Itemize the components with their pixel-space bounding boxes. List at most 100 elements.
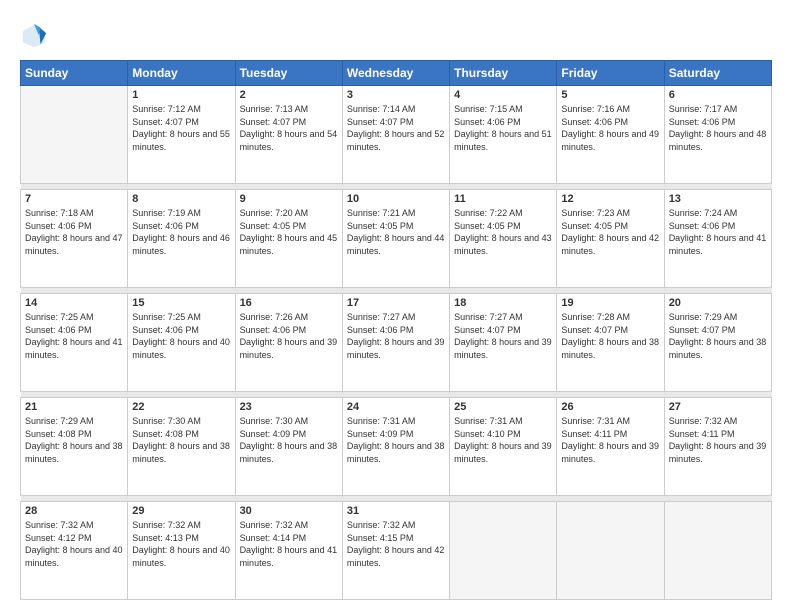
- day-info: Sunrise: 7:32 AMSunset: 4:14 PMDaylight:…: [240, 519, 338, 569]
- day-info: Sunrise: 7:22 AMSunset: 4:05 PMDaylight:…: [454, 207, 552, 257]
- day-number: 4: [454, 89, 552, 101]
- day-number: 2: [240, 89, 338, 101]
- day-number: 14: [25, 297, 123, 309]
- day-cell: [557, 501, 664, 599]
- col-header-thursday: Thursday: [450, 61, 557, 86]
- day-number: 8: [132, 193, 230, 205]
- day-number: 13: [669, 193, 767, 205]
- col-header-friday: Friday: [557, 61, 664, 86]
- day-cell: 8 Sunrise: 7:19 AMSunset: 4:06 PMDaylight…: [128, 189, 235, 287]
- day-cell: 14 Sunrise: 7:25 AMSunset: 4:06 PMDayligh…: [21, 293, 128, 391]
- header: [20, 18, 772, 50]
- week-row-2: 14 Sunrise: 7:25 AMSunset: 4:06 PMDayligh…: [21, 293, 772, 391]
- day-cell: 17Sunrise: 7:27 AMSunset: 4:06 PMDayligh…: [342, 293, 449, 391]
- day-number: 1: [132, 89, 230, 101]
- day-cell: 23 Sunrise: 7:30 AMSunset: 4:09 PMDayligh…: [235, 397, 342, 495]
- day-number: 17: [347, 297, 445, 309]
- day-cell: 9 Sunrise: 7:20 AMSunset: 4:05 PMDaylight…: [235, 189, 342, 287]
- day-cell: 6 Sunrise: 7:17 AMSunset: 4:06 PMDaylight…: [664, 86, 771, 184]
- day-info: Sunrise: 7:29 AMSunset: 4:07 PMDaylight:…: [669, 311, 767, 361]
- day-info: Sunrise: 7:32 AMSunset: 4:15 PMDaylight:…: [347, 519, 445, 569]
- day-cell: 7 Sunrise: 7:18 AMSunset: 4:06 PMDaylight…: [21, 189, 128, 287]
- day-cell: 19 Sunrise: 7:28 AMSunset: 4:07 PMDayligh…: [557, 293, 664, 391]
- day-cell: [21, 86, 128, 184]
- week-row-1: 7 Sunrise: 7:18 AMSunset: 4:06 PMDaylight…: [21, 189, 772, 287]
- day-number: 19: [561, 297, 659, 309]
- day-number: 25: [454, 401, 552, 413]
- day-info: Sunrise: 7:12 AMSunset: 4:07 PMDaylight:…: [132, 103, 230, 153]
- day-cell: 5Sunrise: 7:16 AMSunset: 4:06 PMDaylight…: [557, 86, 664, 184]
- day-cell: [664, 501, 771, 599]
- day-number: 30: [240, 505, 338, 517]
- week-row-4: 28 Sunrise: 7:32 AMSunset: 4:12 PMDayligh…: [21, 501, 772, 599]
- day-number: 9: [240, 193, 338, 205]
- day-cell: 15 Sunrise: 7:25 AMSunset: 4:06 PMDayligh…: [128, 293, 235, 391]
- day-cell: 22Sunrise: 7:30 AMSunset: 4:08 PMDayligh…: [128, 397, 235, 495]
- day-info: Sunrise: 7:30 AMSunset: 4:08 PMDaylight:…: [132, 415, 230, 465]
- day-cell: 16 Sunrise: 7:26 AMSunset: 4:06 PMDayligh…: [235, 293, 342, 391]
- day-info: Sunrise: 7:30 AMSunset: 4:09 PMDaylight:…: [240, 415, 338, 465]
- day-info: Sunrise: 7:32 AMSunset: 4:13 PMDaylight:…: [132, 519, 230, 569]
- logo-icon: [20, 22, 48, 50]
- day-number: 15: [132, 297, 230, 309]
- day-number: 27: [669, 401, 767, 413]
- day-info: Sunrise: 7:32 AMSunset: 4:11 PMDaylight:…: [669, 415, 767, 465]
- day-cell: 30 Sunrise: 7:32 AMSunset: 4:14 PMDayligh…: [235, 501, 342, 599]
- day-info: Sunrise: 7:20 AMSunset: 4:05 PMDaylight:…: [240, 207, 338, 257]
- day-info: Sunrise: 7:17 AMSunset: 4:06 PMDaylight:…: [669, 103, 767, 153]
- day-info: Sunrise: 7:28 AMSunset: 4:07 PMDaylight:…: [561, 311, 659, 361]
- header-row: SundayMondayTuesdayWednesdayThursdayFrid…: [21, 61, 772, 86]
- day-number: 18: [454, 297, 552, 309]
- day-info: Sunrise: 7:31 AMSunset: 4:09 PMDaylight:…: [347, 415, 445, 465]
- day-number: 16: [240, 297, 338, 309]
- day-number: 28: [25, 505, 123, 517]
- day-number: 23: [240, 401, 338, 413]
- day-cell: 10 Sunrise: 7:21 AMSunset: 4:05 PMDayligh…: [342, 189, 449, 287]
- day-cell: 11 Sunrise: 7:22 AMSunset: 4:05 PMDayligh…: [450, 189, 557, 287]
- day-info: Sunrise: 7:27 AMSunset: 4:07 PMDaylight:…: [454, 311, 552, 361]
- calendar-page: SundayMondayTuesdayWednesdayThursdayFrid…: [0, 0, 792, 612]
- day-number: 5: [561, 89, 659, 101]
- day-number: 11: [454, 193, 552, 205]
- day-number: 20: [669, 297, 767, 309]
- day-cell: 21 Sunrise: 7:29 AMSunset: 4:08 PMDayligh…: [21, 397, 128, 495]
- day-cell: 26Sunrise: 7:31 AMSunset: 4:11 PMDayligh…: [557, 397, 664, 495]
- day-number: 7: [25, 193, 123, 205]
- day-info: Sunrise: 7:31 AMSunset: 4:10 PMDaylight:…: [454, 415, 552, 465]
- day-info: Sunrise: 7:25 AMSunset: 4:06 PMDaylight:…: [25, 311, 123, 361]
- week-row-0: 1 Sunrise: 7:12 AMSunset: 4:07 PMDaylight…: [21, 86, 772, 184]
- day-number: 10: [347, 193, 445, 205]
- day-cell: 1 Sunrise: 7:12 AMSunset: 4:07 PMDaylight…: [128, 86, 235, 184]
- logo: [20, 22, 52, 50]
- day-number: 21: [25, 401, 123, 413]
- day-cell: 18 Sunrise: 7:27 AMSunset: 4:07 PMDayligh…: [450, 293, 557, 391]
- day-info: Sunrise: 7:14 AMSunset: 4:07 PMDaylight:…: [347, 103, 445, 153]
- week-row-3: 21 Sunrise: 7:29 AMSunset: 4:08 PMDayligh…: [21, 397, 772, 495]
- day-number: 24: [347, 401, 445, 413]
- day-cell: 28 Sunrise: 7:32 AMSunset: 4:12 PMDayligh…: [21, 501, 128, 599]
- day-info: Sunrise: 7:19 AMSunset: 4:06 PMDaylight:…: [132, 207, 230, 257]
- day-cell: 2Sunrise: 7:13 AMSunset: 4:07 PMDaylight…: [235, 86, 342, 184]
- day-cell: 3Sunrise: 7:14 AMSunset: 4:07 PMDaylight…: [342, 86, 449, 184]
- day-info: Sunrise: 7:26 AMSunset: 4:06 PMDaylight:…: [240, 311, 338, 361]
- day-cell: 27 Sunrise: 7:32 AMSunset: 4:11 PMDayligh…: [664, 397, 771, 495]
- col-header-monday: Monday: [128, 61, 235, 86]
- day-info: Sunrise: 7:31 AMSunset: 4:11 PMDaylight:…: [561, 415, 659, 465]
- day-info: Sunrise: 7:18 AMSunset: 4:06 PMDaylight:…: [25, 207, 123, 257]
- day-cell: 20 Sunrise: 7:29 AMSunset: 4:07 PMDayligh…: [664, 293, 771, 391]
- day-number: 6: [669, 89, 767, 101]
- day-info: Sunrise: 7:21 AMSunset: 4:05 PMDaylight:…: [347, 207, 445, 257]
- col-header-tuesday: Tuesday: [235, 61, 342, 86]
- day-info: Sunrise: 7:23 AMSunset: 4:05 PMDaylight:…: [561, 207, 659, 257]
- day-info: Sunrise: 7:25 AMSunset: 4:06 PMDaylight:…: [132, 311, 230, 361]
- day-number: 29: [132, 505, 230, 517]
- day-cell: 31Sunrise: 7:32 AMSunset: 4:15 PMDayligh…: [342, 501, 449, 599]
- day-number: 12: [561, 193, 659, 205]
- col-header-sunday: Sunday: [21, 61, 128, 86]
- day-cell: 4Sunrise: 7:15 AMSunset: 4:06 PMDaylight…: [450, 86, 557, 184]
- day-info: Sunrise: 7:24 AMSunset: 4:06 PMDaylight:…: [669, 207, 767, 257]
- day-cell: 13 Sunrise: 7:24 AMSunset: 4:06 PMDayligh…: [664, 189, 771, 287]
- day-info: Sunrise: 7:29 AMSunset: 4:08 PMDaylight:…: [25, 415, 123, 465]
- day-info: Sunrise: 7:32 AMSunset: 4:12 PMDaylight:…: [25, 519, 123, 569]
- calendar-table: SundayMondayTuesdayWednesdayThursdayFrid…: [20, 60, 772, 600]
